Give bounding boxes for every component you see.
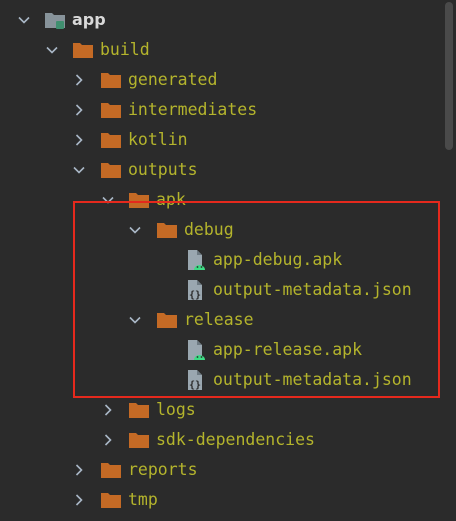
tree-node-outputs[interactable]: outputs	[0, 155, 456, 185]
tree-node-app[interactable]: app	[0, 5, 456, 35]
scrollbar-thumb[interactable]	[445, 2, 453, 150]
tree-node-logs[interactable]: logs	[0, 395, 456, 425]
tree-node-reports[interactable]: reports	[0, 455, 456, 485]
tree-node-label: logs	[156, 400, 196, 419]
tree-node-apk[interactable]: apk	[0, 185, 456, 215]
folder-icon	[100, 99, 122, 121]
tree-node-label: release	[184, 310, 254, 329]
chevron-right-icon[interactable]	[100, 402, 116, 418]
android-apk-icon	[185, 249, 207, 271]
vertical-scrollbar[interactable]	[442, 0, 456, 521]
chevron-right-icon[interactable]	[71, 132, 87, 148]
json-file-icon: {}	[185, 279, 207, 301]
folder-icon	[72, 39, 94, 61]
folder-icon	[100, 69, 122, 91]
tree-node-label: app	[72, 10, 106, 29]
project-tree: app build generated intermediates kotlin…	[0, 5, 456, 515]
tree-node-label: app-release.apk	[213, 340, 363, 359]
folder-icon	[128, 189, 150, 211]
tree-node-kotlin[interactable]: kotlin	[0, 125, 456, 155]
svg-text:{}: {}	[189, 290, 201, 301]
chevron-down-icon[interactable]	[127, 222, 143, 238]
svg-text:{}: {}	[189, 380, 201, 391]
tree-node-label: build	[100, 40, 150, 59]
folder-icon	[156, 309, 178, 331]
tree-node-app-debug-apk[interactable]: app-debug.apk	[0, 245, 456, 275]
chevron-down-icon[interactable]	[16, 12, 32, 28]
chevron-down-icon[interactable]	[127, 312, 143, 328]
tree-node-label: output-metadata.json	[213, 370, 412, 389]
tree-node-release-output-metadata[interactable]: {} output-metadata.json	[0, 365, 456, 395]
tree-node-debug-output-metadata[interactable]: {} output-metadata.json	[0, 275, 456, 305]
tree-node-label: app-debug.apk	[213, 250, 343, 269]
folder-icon	[100, 489, 122, 511]
folder-icon	[100, 129, 122, 151]
tree-node-app-release-apk[interactable]: app-release.apk	[0, 335, 456, 365]
tree-node-label: reports	[128, 460, 198, 479]
chevron-right-icon[interactable]	[100, 432, 116, 448]
android-apk-icon	[185, 339, 207, 361]
module-folder-icon	[44, 9, 66, 31]
tree-node-intermediates[interactable]: intermediates	[0, 95, 456, 125]
tree-node-release[interactable]: release	[0, 305, 456, 335]
folder-icon	[100, 459, 122, 481]
folder-icon	[100, 159, 122, 181]
tree-node-label: output-metadata.json	[213, 280, 412, 299]
json-file-icon: {}	[185, 369, 207, 391]
tree-node-generated[interactable]: generated	[0, 65, 456, 95]
tree-node-label: sdk-dependencies	[156, 430, 315, 449]
chevron-right-icon[interactable]	[71, 462, 87, 478]
chevron-right-icon[interactable]	[71, 72, 87, 88]
tree-node-label: outputs	[128, 160, 198, 179]
chevron-right-icon[interactable]	[71, 102, 87, 118]
folder-icon	[128, 429, 150, 451]
tree-node-label: apk	[156, 190, 186, 209]
tree-node-tmp[interactable]: tmp	[0, 485, 456, 515]
tree-node-debug[interactable]: debug	[0, 215, 456, 245]
tree-node-label: debug	[184, 220, 234, 239]
tree-node-label: intermediates	[128, 100, 258, 119]
tree-node-sdk-dependencies[interactable]: sdk-dependencies	[0, 425, 456, 455]
folder-icon	[156, 219, 178, 241]
chevron-right-icon[interactable]	[71, 492, 87, 508]
tree-node-label: kotlin	[128, 130, 188, 149]
chevron-down-icon[interactable]	[100, 192, 116, 208]
folder-icon	[128, 399, 150, 421]
chevron-down-icon[interactable]	[71, 162, 87, 178]
tree-node-label: tmp	[128, 490, 158, 509]
chevron-down-icon[interactable]	[44, 42, 60, 58]
tree-node-label: generated	[128, 70, 218, 89]
tree-node-build[interactable]: build	[0, 35, 456, 65]
